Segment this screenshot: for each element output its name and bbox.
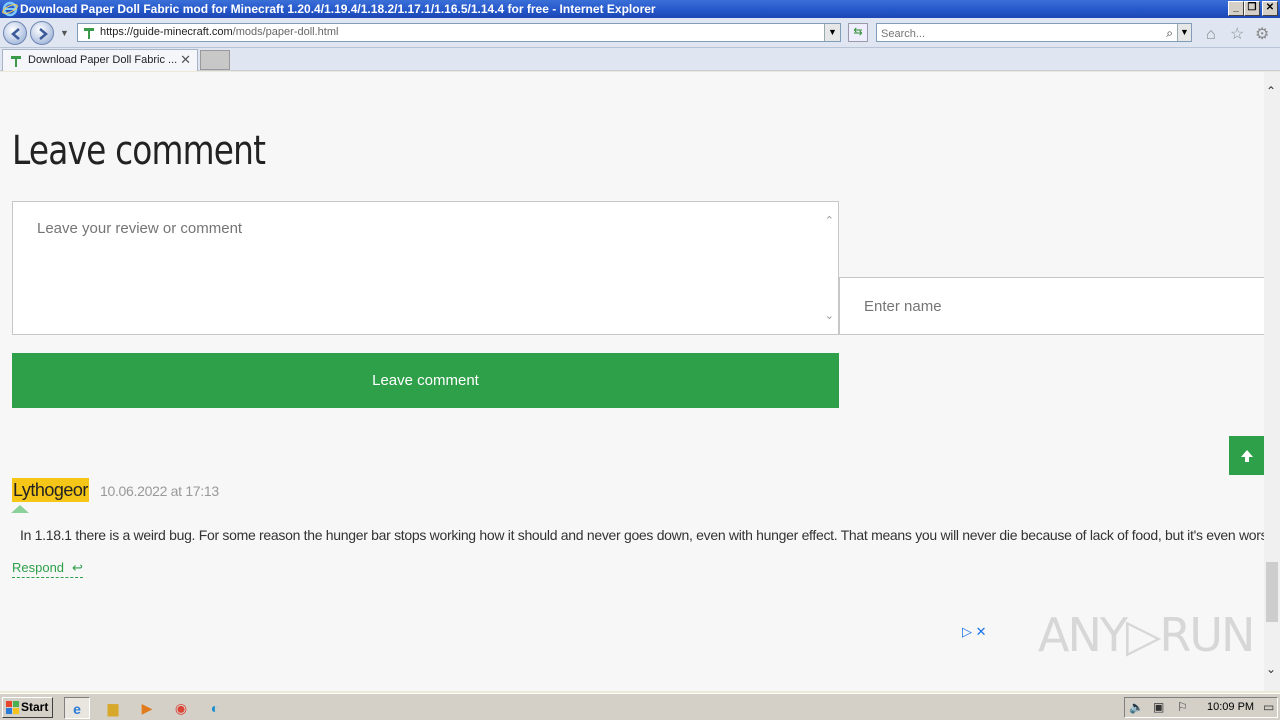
comment-textarea[interactable] <box>13 202 838 334</box>
show-desktop-icon[interactable]: ▭ <box>1263 700 1274 714</box>
taskbar: Start e ▆ ▶ ◉ ◐ 🔈 ▣ ⚐ 10:09 PM ▭ <box>0 693 1280 720</box>
volume-icon[interactable]: 🔈 <box>1129 700 1144 714</box>
comment-date: 10.06.2022 at 17:13 <box>100 483 219 499</box>
name-field-container <box>839 277 1264 335</box>
ad-close-icon[interactable]: ✕ <box>976 624 987 639</box>
ad-choices[interactable]: ▷ ✕ <box>962 624 987 640</box>
window-title: Download Paper Doll Fabric mod for Minec… <box>20 2 656 16</box>
taskbar-clock[interactable]: 10:09 PM <box>1207 701 1254 713</box>
chrome-icon: ◉ <box>174 700 188 716</box>
comment-text: In 1.18.1 there is a weird bug. For some… <box>20 527 1264 543</box>
respond-label: Respond <box>12 560 65 575</box>
comment-textarea-container: ⌃ ⌄ <box>12 201 839 335</box>
favorites-star-icon[interactable]: ☆ <box>1230 27 1244 43</box>
back-button[interactable] <box>3 21 27 45</box>
arrow-right-icon <box>39 28 48 40</box>
arrow-left-icon <box>11 28 20 40</box>
tab-close-icon[interactable]: ✕ <box>180 52 191 68</box>
scroll-down-icon[interactable]: ⌄ <box>1266 662 1276 676</box>
system-tray: 🔈 ▣ ⚐ 10:09 PM ▭ <box>1124 697 1278 718</box>
address-bar[interactable]: https://guide-minecraft.com/mods/paper-d… <box>77 23 841 42</box>
windows-logo-icon <box>6 701 19 714</box>
media-player-icon: ▶ <box>141 700 153 716</box>
scroll-up-icon[interactable]: ⌃ <box>1266 84 1276 98</box>
address-dropdown-icon[interactable]: ▼ <box>824 24 840 41</box>
home-icon[interactable]: ⌂ <box>1206 27 1216 43</box>
page-heading: Leave comment <box>12 128 266 174</box>
address-url: https://guide-minecraft.com/mods/paper-d… <box>100 26 339 38</box>
edge-icon: ◐ <box>210 700 220 716</box>
tab-bar: Download Paper Doll Fabric ... ✕ <box>0 48 1280 71</box>
reply-arrow-icon: ↩ <box>72 560 83 575</box>
site-favicon-icon <box>84 28 94 39</box>
name-input[interactable] <box>840 278 1264 334</box>
taskbar-edge[interactable]: ◐ <box>202 697 228 719</box>
internet-explorer-icon: e <box>73 701 81 717</box>
search-box[interactable]: ⌕ ▼ <box>876 23 1192 43</box>
folder-icon: ▆ <box>107 700 119 716</box>
author-pointer-icon <box>11 505 29 513</box>
refresh-button[interactable]: ⇆ <box>848 23 868 42</box>
minimize-button[interactable]: _ <box>1228 1 1244 16</box>
forward-button[interactable] <box>30 21 54 45</box>
search-dropdown-icon[interactable]: ▼ <box>1177 24 1191 41</box>
tab-label: Download Paper Doll Fabric ... <box>28 54 178 66</box>
page-scrollbar[interactable]: ⌃ ⌄ <box>1264 72 1280 691</box>
comment-author: Lythogeor <box>12 478 89 502</box>
history-dropdown-icon[interactable]: ▼ <box>60 28 70 38</box>
search-input[interactable] <box>877 25 1147 43</box>
taskbar-internet-explorer[interactable]: e <box>64 697 90 719</box>
maximize-button[interactable]: ❐ <box>1244 1 1260 16</box>
arrow-up-icon <box>1240 449 1253 462</box>
navigation-bar: ▼ https://guide-minecraft.com/mods/paper… <box>0 18 1280 48</box>
taskbar-media-player[interactable]: ▶ <box>134 697 160 719</box>
respond-link[interactable]: Respond ↩ <box>12 560 83 578</box>
anyrun-watermark: ANY▷RUN <box>1038 608 1255 662</box>
web-page: Leave comment ⌃ ⌄ Leave comment Lythogeo… <box>0 72 1264 691</box>
settings-gear-icon[interactable]: ⚙ <box>1255 27 1269 43</box>
site-favicon-icon <box>11 56 21 67</box>
start-button[interactable]: Start <box>2 697 53 718</box>
leave-comment-button[interactable]: Leave comment <box>12 353 839 408</box>
chevron-down-icon[interactable]: ⌄ <box>825 309 834 322</box>
chevron-up-icon[interactable]: ⌃ <box>825 214 834 227</box>
network-icon[interactable]: ▣ <box>1153 700 1164 714</box>
close-window-button[interactable]: ✕ <box>1262 1 1278 16</box>
new-tab-button[interactable] <box>200 50 230 70</box>
action-center-flag-icon[interactable]: ⚐ <box>1177 700 1188 714</box>
adchoices-play-icon[interactable]: ▷ <box>962 624 972 639</box>
window-titlebar: Download Paper Doll Fabric mod for Minec… <box>0 0 1280 18</box>
scrollbar-thumb[interactable] <box>1266 562 1278 622</box>
start-label: Start <box>21 700 49 714</box>
scroll-to-top-button[interactable] <box>1229 436 1264 475</box>
internet-explorer-icon <box>2 1 18 17</box>
taskbar-chrome[interactable]: ◉ <box>168 697 194 719</box>
search-icon[interactable]: ⌕ <box>1166 26 1173 41</box>
tab-paper-doll[interactable]: Download Paper Doll Fabric ... ✕ <box>2 49 198 71</box>
taskbar-file-explorer[interactable]: ▆ <box>100 697 126 719</box>
